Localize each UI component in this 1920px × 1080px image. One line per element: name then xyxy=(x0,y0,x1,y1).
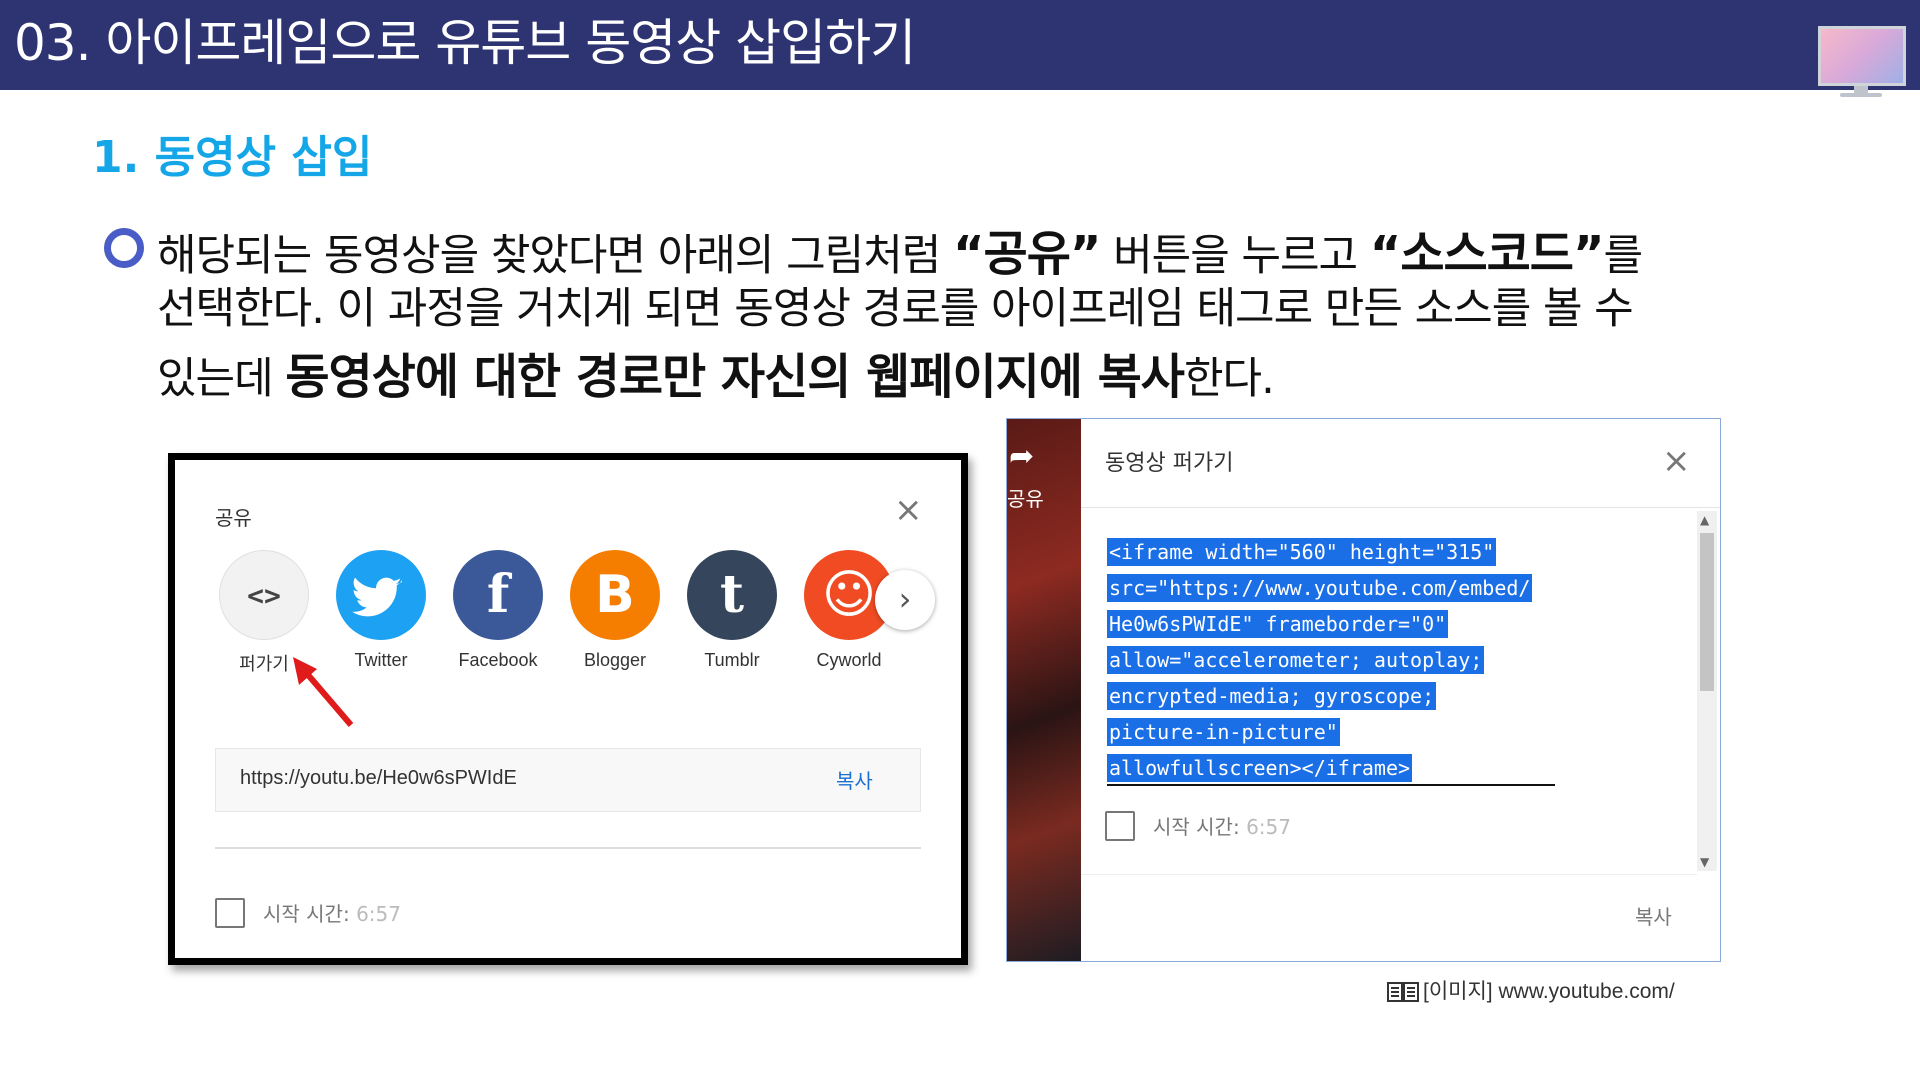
code-line: picture-in-picture" xyxy=(1107,718,1340,746)
share-item-label: Tumblr xyxy=(704,650,760,670)
video-background: ➦ 공유 xyxy=(1007,419,1081,961)
share-url-text: https://youtu.be/He0w6sPWIdE xyxy=(240,767,517,789)
share-item-label: Blogger xyxy=(583,650,647,670)
start-time-label: 시작 시간: 6:57 xyxy=(1153,815,1291,839)
share-dialog: 공유 × <> 퍼가기 Twitter f Facebook B Blogger… xyxy=(168,453,968,965)
blogger-icon: B xyxy=(570,550,660,640)
divider xyxy=(215,847,921,849)
share-facebook-button[interactable]: f Facebook xyxy=(453,550,543,670)
code-line: <iframe width="560" height="315" xyxy=(1107,538,1497,566)
share-item-label: Cyworld xyxy=(816,650,882,670)
code-line: He0w6sPWIdE" frameborder="0" xyxy=(1107,610,1449,638)
page-title: 03. 아이프레임으로 유튜브 동영상 삽입하기 xyxy=(14,14,916,72)
start-time-label: 시작 시간: 6:57 xyxy=(263,902,401,926)
divider xyxy=(1081,507,1720,508)
embed-dialog-title: 동영상 퍼가기 xyxy=(1105,451,1234,476)
header-bar: 03. 아이프레임으로 유튜브 동영상 삽입하기 xyxy=(0,0,1920,97)
copy-button[interactable]: 복사 xyxy=(1635,901,1672,930)
share-url-field[interactable]: https://youtu.be/He0w6sPWIdE 복사 xyxy=(215,748,921,812)
divider xyxy=(1081,874,1697,875)
red-arrow-icon xyxy=(293,657,354,727)
section-subtitle: 1. 동영상 삽입 xyxy=(92,132,373,183)
tumblr-icon: t xyxy=(687,550,777,640)
code-icon: <> xyxy=(219,550,309,640)
share-embed-button[interactable]: <> 퍼가기 xyxy=(219,550,309,674)
scrollbar-thumb[interactable] xyxy=(1700,533,1714,691)
image-caption: [이미지] www.youtube.com/ xyxy=(1387,975,1675,1005)
scrollbar[interactable]: ▲ ▼ xyxy=(1697,511,1717,871)
code-line: encrypted-media; gyroscope; xyxy=(1107,682,1437,710)
code-line: allow="accelerometer; autoplay; xyxy=(1107,646,1485,674)
scroll-down-icon[interactable]: ▼ xyxy=(1700,855,1709,869)
share-item-label: Facebook xyxy=(458,650,538,670)
monitor-icon xyxy=(1818,26,1906,97)
share-tumblr-button[interactable]: t Tumblr xyxy=(687,550,777,670)
paragraph-line-2: 선택한다. 이 과정을 거치게 되면 동영상 경로를 아이프레임 태그로 만든 … xyxy=(157,284,1634,334)
start-time-checkbox[interactable] xyxy=(215,898,245,928)
code-line: src="https://www.youtube.com/embed/ xyxy=(1107,574,1533,602)
code-line: allowfullscreen></iframe> xyxy=(1107,754,1413,782)
embed-dialog: ➦ 공유 동영상 퍼가기 × <iframe width="560" heigh… xyxy=(1006,418,1721,962)
textarea-underline xyxy=(1107,784,1555,786)
share-icon-row: <> 퍼가기 Twitter f Facebook B Blogger t Tu… xyxy=(219,550,939,674)
twitter-icon xyxy=(336,550,426,640)
share-arrow-icon: ➦ xyxy=(1009,439,1035,474)
caption-label: [이미지] xyxy=(1423,980,1493,1003)
copy-button[interactable]: 복사 xyxy=(836,765,873,794)
scroll-up-icon[interactable]: ▲ xyxy=(1700,513,1709,527)
next-arrow-button[interactable]: › xyxy=(875,570,935,630)
side-share-label: 공유 xyxy=(1007,487,1044,511)
facebook-icon: f xyxy=(453,550,543,640)
close-icon[interactable]: × xyxy=(1662,441,1691,481)
share-dialog-title: 공유 xyxy=(215,506,252,530)
share-blogger-button[interactable]: B Blogger xyxy=(570,550,660,670)
bullet-circle-icon xyxy=(104,228,144,268)
caption-source: www.youtube.com/ xyxy=(1498,980,1675,1003)
share-twitter-button[interactable]: Twitter xyxy=(336,550,426,670)
close-icon[interactable]: × xyxy=(894,490,923,530)
start-time-checkbox[interactable] xyxy=(1105,811,1135,841)
book-icon xyxy=(1387,981,1419,1003)
paragraph-line-3: 있는데 동영상에 대한 경로만 자신의 웹페이지에 복사한다. xyxy=(157,349,1275,405)
embed-code-textarea[interactable]: <iframe width="560" height="315" src="ht… xyxy=(1107,534,1587,786)
